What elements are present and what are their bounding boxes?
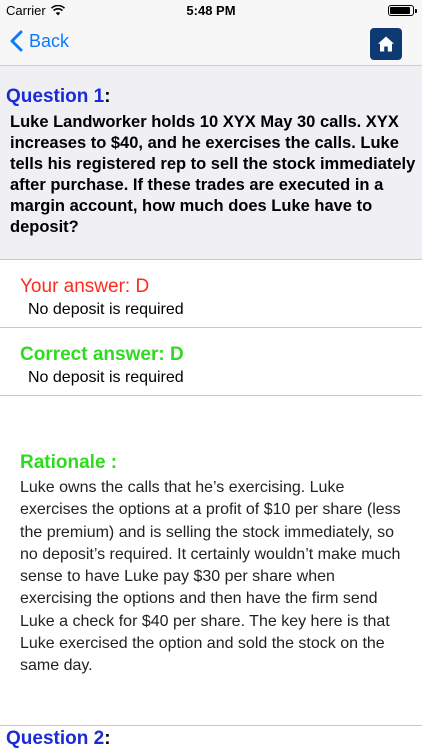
clock: 5:48 PM [186, 3, 236, 18]
navigation-bar: Back [0, 22, 422, 66]
chevron-left-icon [10, 30, 23, 52]
next-question-title: Question 2: [6, 728, 111, 750]
question-title: Question 1: [6, 86, 416, 108]
your-answer-title: Your answer: D [20, 276, 150, 297]
correct-answer-row: Correct answer: D No deposit is required [0, 336, 422, 396]
back-label: Back [29, 30, 70, 51]
rationale-title: Rationale : [20, 452, 118, 473]
next-question-colon: : [104, 728, 111, 749]
status-bar: Carrier 5:48 PM [0, 0, 422, 22]
home-icon [377, 35, 395, 53]
back-button[interactable]: Back [10, 30, 69, 52]
home-button[interactable] [370, 28, 402, 60]
your-answer-row: Your answer: D No deposit is required [0, 268, 422, 328]
rationale-section: Rationale : Luke owns the calls that he’… [0, 452, 422, 726]
question-text: Luke Landworker holds 10 XYX May 30 call… [10, 113, 416, 236]
battery-icon [388, 5, 417, 16]
your-answer-text: No deposit is required [28, 301, 184, 318]
correct-answer-title: Correct answer: D [20, 344, 184, 365]
rationale-text: Luke owns the calls that he’s exercising… [20, 479, 401, 675]
next-question-label: Question 2 [6, 728, 105, 749]
correct-answer-text: No deposit is required [28, 369, 184, 386]
question-colon: : [104, 86, 111, 107]
question-card: Question 1: Luke Landworker holds 10 XYX… [0, 66, 422, 260]
question-label: Question 1 [6, 86, 105, 107]
